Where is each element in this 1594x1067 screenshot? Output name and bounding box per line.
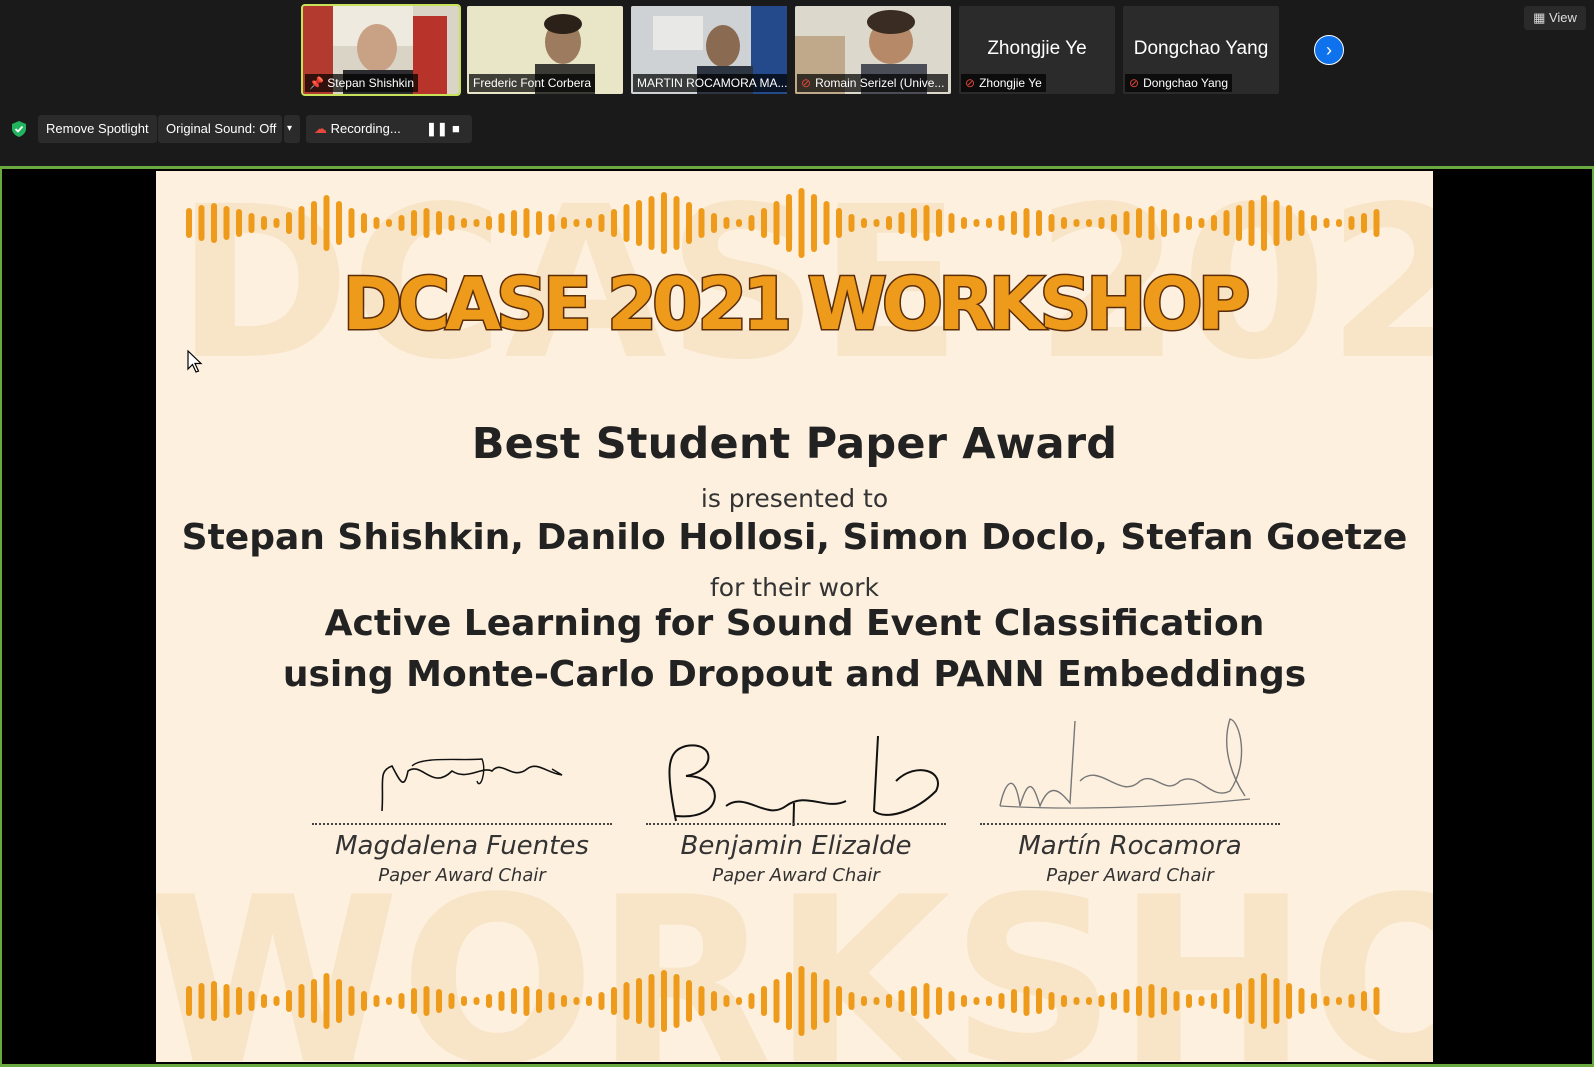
stop-recording-button[interactable]: ■ (446, 118, 466, 140)
soundwave-decoration (186, 966, 1380, 1036)
signature-line (980, 823, 1280, 825)
signature-line (312, 823, 612, 825)
chevron-right-icon: › (1326, 40, 1332, 60)
remove-spotlight-button[interactable]: Remove Spotlight (38, 115, 157, 143)
participant-name: Frederic Font Corbera (469, 74, 596, 92)
participant-name: MARTIN ROCAMORA MA... (633, 74, 787, 92)
pin-icon: 📌 (309, 76, 328, 90)
next-page-button[interactable]: › (1314, 35, 1344, 65)
participant-strip: 📌 Stepan Shishkin Frederic Font Corbera … (0, 0, 1594, 160)
signature-block: Benjamin Elizalde Paper Award Chair (646, 711, 946, 891)
presented-to-text: is presented to (700, 484, 889, 513)
participant-tile-romain[interactable]: ⊘ Romain Serizel (Unive... (795, 6, 951, 94)
for-work-text: for their work (709, 573, 880, 602)
award-title: Best Student Paper Award (471, 419, 1118, 469)
original-sound-button[interactable]: Original Sound: Off (158, 115, 282, 143)
participant-tile-martin[interactable]: MARTIN ROCAMORA MA... (631, 6, 787, 94)
participant-display-name: Zhongjie Ye (987, 38, 1087, 59)
signatory-role: Paper Award Chair (712, 865, 880, 886)
participant-name: 📌 Stepan Shishkin (305, 74, 419, 92)
signatory-role: Paper Award Chair (378, 865, 546, 886)
signature-image (999, 718, 1251, 809)
signature-image (668, 735, 939, 826)
muted-mic-icon: ⊘ (801, 76, 812, 90)
paper-title-line-1: Active Learning for Sound Event Classifi… (324, 603, 1265, 644)
participant-display-name: Dongchao Yang (1133, 38, 1269, 59)
cloud-record-icon: ☁ (314, 121, 331, 136)
security-shield-icon[interactable] (12, 121, 26, 137)
recipients: Stepan Shishkin, Danilo Hollosi, Simon D… (181, 517, 1408, 558)
view-button[interactable]: ▦ View (1524, 6, 1586, 30)
award-certificate: DCASE 2021 WORKSHOP DCASE 2021 WORKSHOP … (156, 171, 1433, 1062)
muted-mic-icon: ⊘ (1129, 76, 1140, 90)
paper-title-line-2: using Monte-Carlo Dropout and PANN Embed… (282, 654, 1307, 695)
signature-block: Magdalena Fuentes Paper Award Chair (312, 711, 612, 891)
participant-name: ⊘ Dongchao Yang (1125, 74, 1233, 92)
participant-name: ⊘ Romain Serizel (Unive... (797, 74, 949, 92)
signature-image (381, 758, 563, 812)
original-sound-dropdown[interactable]: ▾ (284, 115, 300, 143)
workshop-banner: DCASE 2021 WORKSHOP (341, 261, 1254, 348)
mouse-cursor-icon (187, 350, 203, 373)
participant-tile-frederic[interactable]: Frederic Font Corbera (467, 6, 623, 94)
stop-icon: ■ (452, 121, 460, 136)
svg-text:DCASE 2021 WORKSHOP: DCASE 2021 WORKSHOP (343, 262, 1248, 346)
signature-line (646, 823, 946, 825)
participant-name: ⊘ Zhongjie Ye (961, 74, 1046, 92)
signatory-name: Martín Rocamora (1018, 831, 1242, 861)
signature-block: Martín Rocamora Paper Award Chair (980, 711, 1280, 891)
soundwave-decoration (186, 188, 1380, 258)
signatory-name: Magdalena Fuentes (335, 831, 589, 861)
participant-tile-stepan[interactable]: 📌 Stepan Shishkin (301, 4, 461, 96)
muted-mic-icon: ⊘ (965, 76, 976, 90)
participant-tile-dongchao[interactable]: Dongchao Yang ⊘ Dongchao Yang (1123, 6, 1279, 94)
grid-icon: ▦ (1533, 10, 1549, 25)
signatory-name: Benjamin Elizalde (680, 831, 912, 861)
participant-tile-zhongjie[interactable]: Zhongjie Ye ⊘ Zhongjie Ye (959, 6, 1115, 94)
pause-icon: ❚❚ (426, 121, 448, 136)
signatory-role: Paper Award Chair (1046, 865, 1214, 886)
caret-down-icon: ▾ (287, 123, 293, 134)
